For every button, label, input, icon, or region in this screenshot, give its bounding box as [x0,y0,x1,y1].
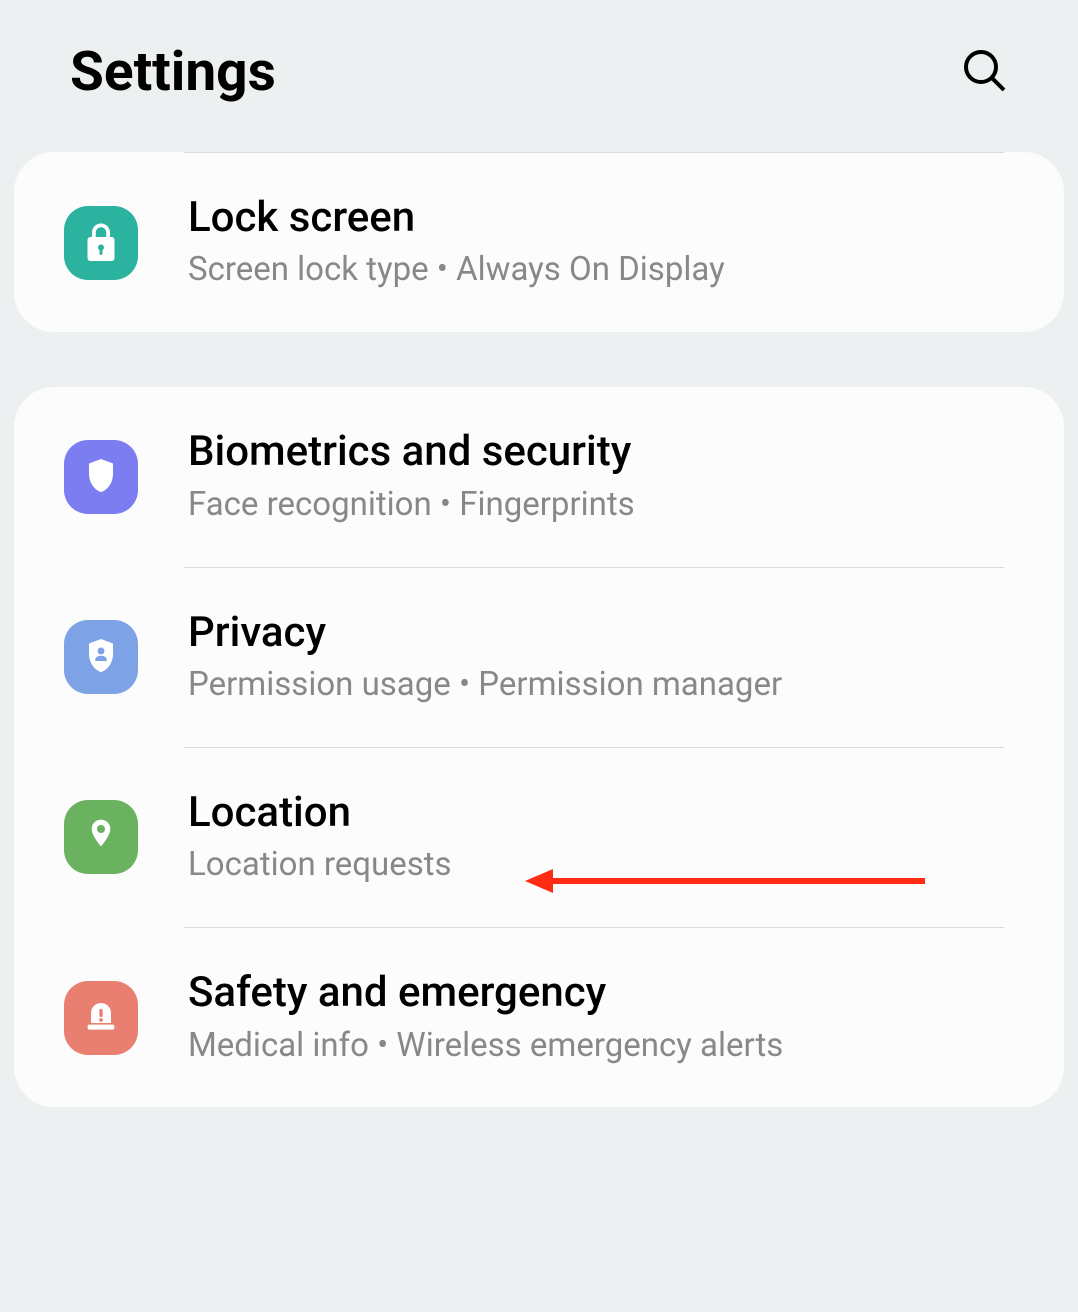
settings-item-privacy[interactable]: Privacy Permission usage • Permission ma… [14,568,1064,747]
item-text: Safety and emergency Medical info • Wire… [188,968,783,1067]
item-subtitle: Medical info • Wireless emergency alerts [188,1025,783,1068]
item-title: Biometrics and security [188,427,635,477]
item-subtitle: Screen lock type • Always On Display [188,249,725,292]
lock-icon [83,222,119,264]
item-icon-wrap [64,981,138,1055]
header: Settings [0,0,1078,152]
item-icon-wrap [64,206,138,280]
item-title: Safety and emergency [188,968,783,1018]
item-text: Location Location requests [188,788,452,887]
shield-icon [83,456,119,498]
item-title: Privacy [188,608,782,658]
settings-group: Lock screen Screen lock type • Always On… [14,152,1064,332]
settings-item-lock-screen[interactable]: Lock screen Screen lock type • Always On… [14,153,1064,332]
settings-item-biometrics[interactable]: Biometrics and security Face recognition… [14,387,1064,566]
item-subtitle: Location requests [188,844,452,887]
settings-item-safety[interactable]: Safety and emergency Medical info • Wire… [14,928,1064,1107]
item-subtitle: Permission usage • Permission manager [188,664,782,707]
item-icon-wrap [64,800,138,874]
item-subtitle: Face recognition • Fingerprints [188,484,635,527]
page-title: Settings [70,40,276,104]
search-button[interactable] [960,46,1008,98]
search-icon [960,46,1008,94]
item-icon-wrap [64,440,138,514]
settings-group: Biometrics and security Face recognition… [14,387,1064,1107]
location-pin-icon [85,816,117,858]
item-icon-wrap [64,620,138,694]
item-title: Location [188,788,452,838]
shield-person-icon [83,636,119,678]
item-title: Lock screen [188,193,725,243]
settings-item-location[interactable]: Location Location requests [14,748,1064,927]
item-text: Privacy Permission usage • Permission ma… [188,608,782,707]
item-text: Biometrics and security Face recognition… [188,427,635,526]
emergency-icon [81,998,121,1038]
item-text: Lock screen Screen lock type • Always On… [188,193,725,292]
